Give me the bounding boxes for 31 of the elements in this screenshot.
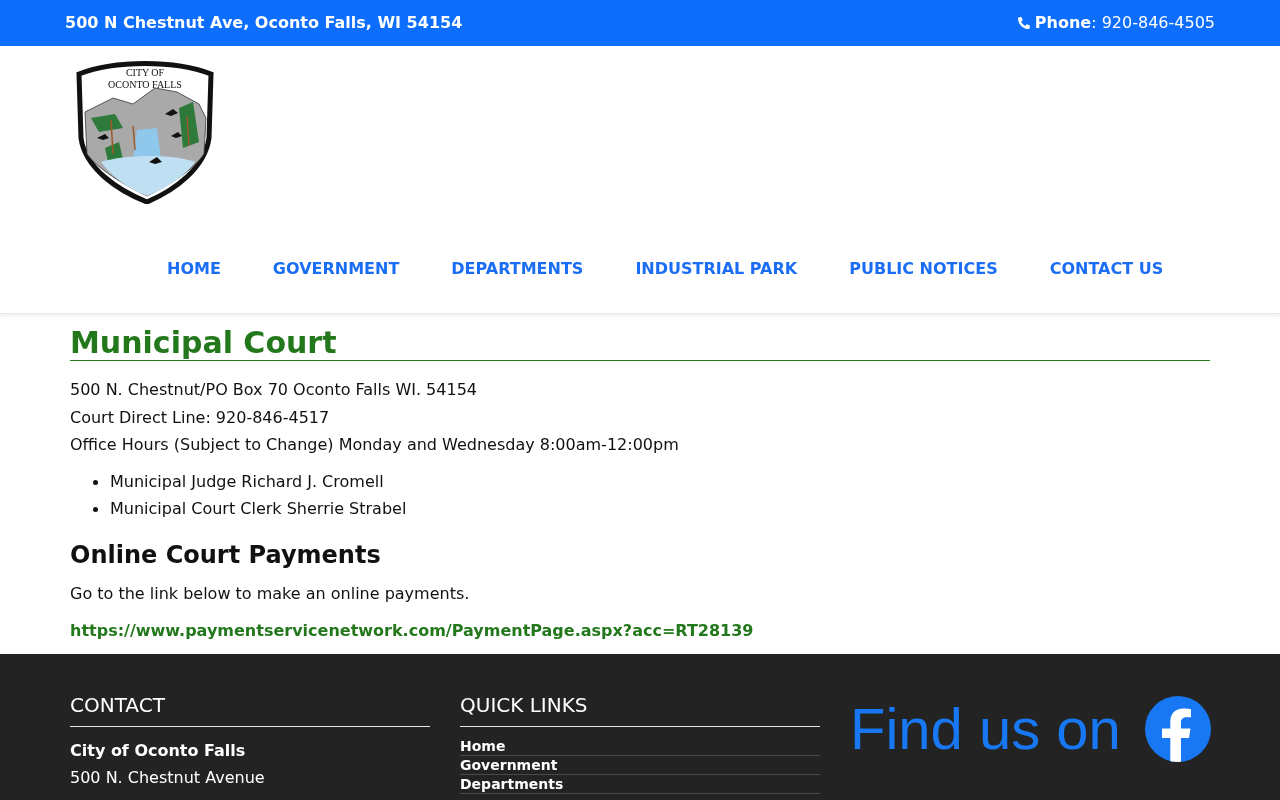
- bullet-icon: [93, 479, 98, 485]
- footer-link[interactable]: Home: [460, 736, 506, 755]
- list-item-text: Municipal Court Clerk Sherrie Strabel: [110, 498, 407, 520]
- phone-text: Phone: 920-846-4505: [1034, 12, 1215, 34]
- facebook-icon[interactable]: [1144, 695, 1211, 762]
- nav-link[interactable]: GOVERNMENT: [272, 257, 400, 281]
- nav-link[interactable]: HOME: [167, 257, 221, 281]
- footer-heading: CONTACT: [70, 692, 166, 717]
- nav-link[interactable]: PUBLIC NOTICES: [849, 257, 998, 281]
- section-heading: Online Court Payments: [70, 540, 382, 570]
- info-text: Go to the link below to make an online payments.: [70, 582, 471, 605]
- nav-link[interactable]: CONTACT US: [1049, 257, 1164, 281]
- page-title: Municipal Court: [70, 325, 338, 360]
- list-item-text: Municipal Judge Richard J. Cromell: [110, 471, 384, 493]
- footer-link[interactable]: Departments: [460, 774, 564, 793]
- find-us-text: Find us on: [850, 695, 1121, 762]
- footer-link[interactable]: Government: [460, 755, 558, 774]
- address-text: 500 N Chestnut Ave, Oconto Falls, WI 54154: [65, 12, 463, 34]
- nav-link[interactable]: DEPARTMENTS: [451, 257, 584, 281]
- seal-text: CITY OF: [125, 67, 165, 78]
- info-text: Court Direct Line: 920-846-4517: [70, 406, 331, 429]
- contact-name: City of Oconto Falls: [70, 739, 247, 762]
- footer-heading: QUICK LINKS: [460, 692, 589, 717]
- seal-text: OCONTO FALLS: [108, 79, 182, 90]
- payment-link[interactable]: https://www.paymentservicenetwork.com/PaymentPage.aspx?acc=RT28139: [70, 616, 754, 644]
- info-text: 500 N. Chestnut/PO Box 70 Oconto Falls WI. 54154: [70, 379, 478, 401]
- nav-link[interactable]: INDUSTRIAL PARK: [635, 257, 798, 281]
- phone-icon: [1017, 17, 1030, 29]
- info-text: Office Hours (Subject to Change) Monday and Wednesday 8:00am-12:00pm: [70, 434, 680, 456]
- contact-text: 500 N. Chestnut Avenue: [70, 766, 266, 789]
- bullet-icon: [93, 506, 98, 512]
